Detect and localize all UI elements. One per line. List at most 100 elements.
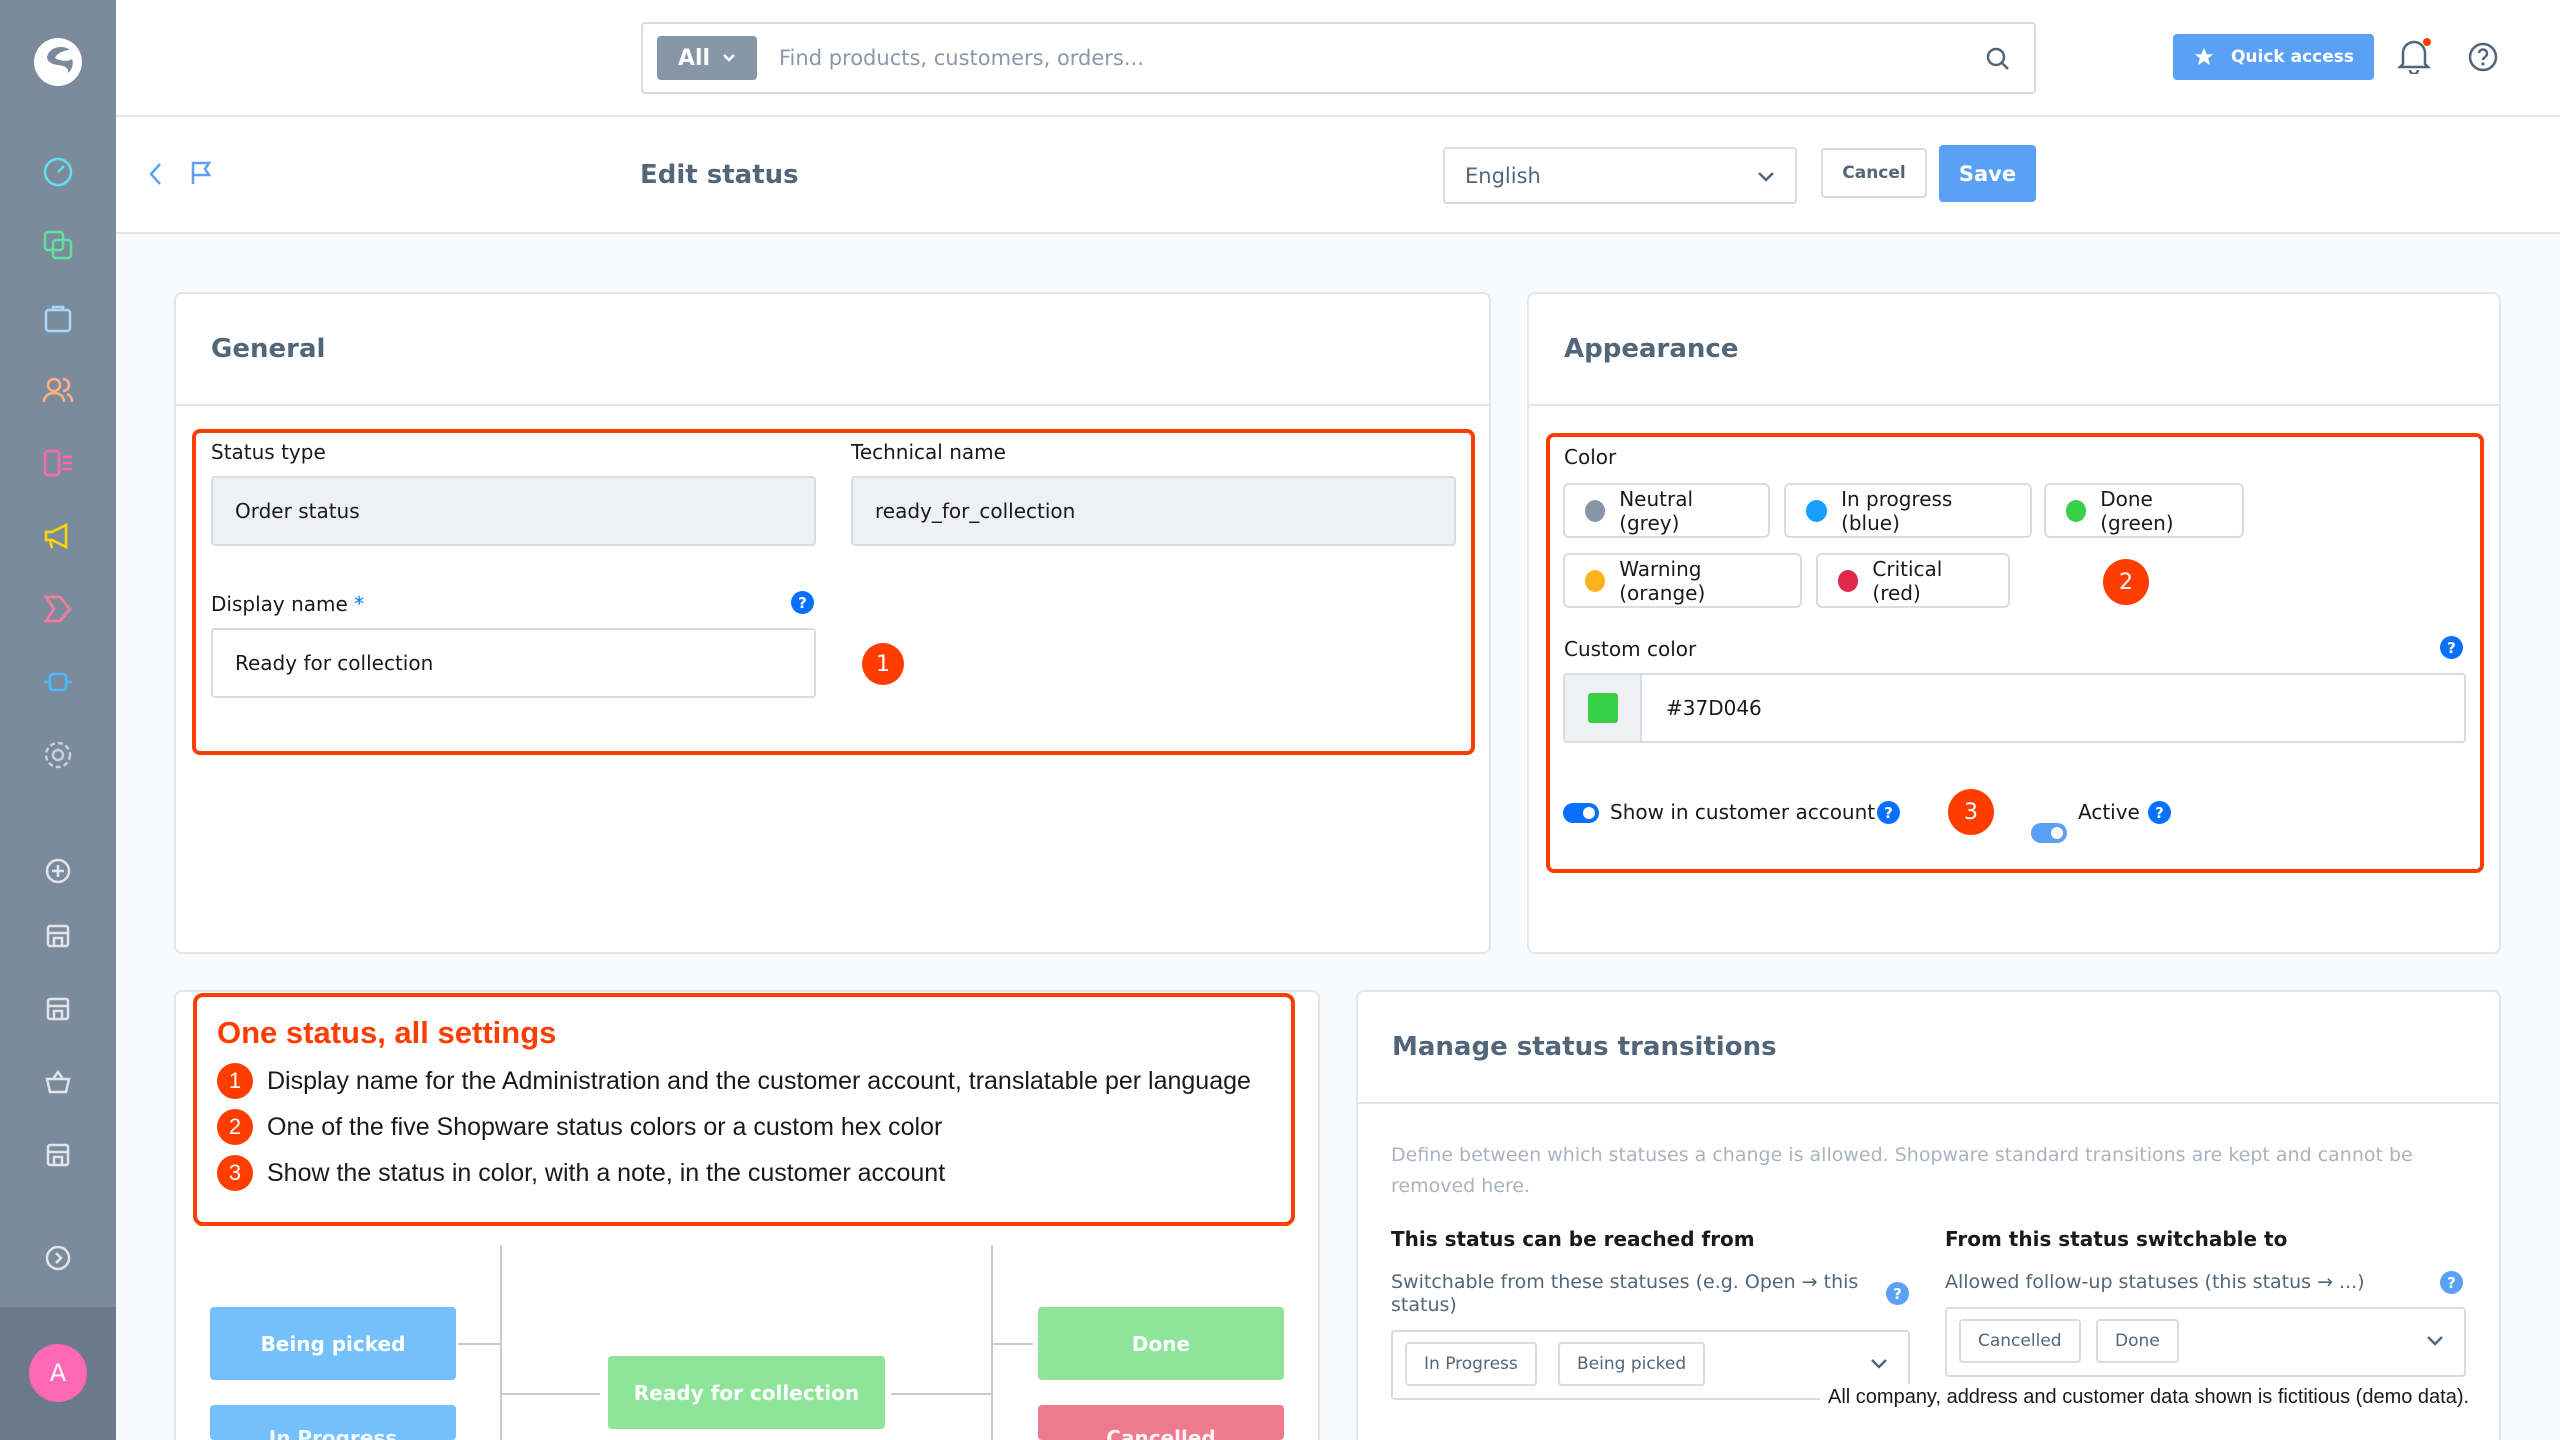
annotation-number: 1 [217,1063,253,1099]
color-option-orange[interactable]: Warning (orange) [1563,553,1802,608]
color-option-blue[interactable]: In progress (blue) [1784,483,2032,538]
show-in-account-label: Show in customer account [1610,800,1876,824]
custom-color-value: #37D046 [1666,696,1762,720]
annotation-text: Display name for the Administration and … [267,1066,1251,1095]
search-input[interactable]: Find products, customers, orders... [779,46,1144,70]
collapse-sidebar-icon[interactable] [36,1236,80,1280]
active-toggle[interactable] [2031,823,2067,843]
help-icon[interactable]: ? [1886,1282,1909,1305]
show-in-account-toggle[interactable] [1563,803,1599,823]
technical-name-label: Technical name [851,440,1006,464]
transitions-description: Define between which statuses a change i… [1391,1144,2413,1197]
color-option-red[interactable]: Critical (red) [1816,553,2010,608]
general-card-title: General [211,334,326,364]
catalogue-icon[interactable] [36,223,80,267]
color-dot [1585,569,1606,592]
content-icon[interactable] [36,441,80,485]
custom-color-input[interactable]: #37D046 [1563,673,2466,743]
star-icon [2194,47,2214,66]
save-button[interactable]: Save [1939,145,2036,202]
flow-node-done: Done [1038,1307,1284,1380]
status-type-label: Status type [211,440,326,464]
color-option-label: Warning (orange) [1619,556,1706,605]
avatar[interactable]: A [29,1344,87,1402]
back-chevron-icon[interactable] [146,160,166,192]
annotation-item: 1 Display name for the Administration an… [217,1063,1251,1099]
required-mark: * [354,592,365,616]
from-title: This status can be reached from [1391,1227,1755,1251]
search-scope-select[interactable]: All [657,36,757,80]
status-tag[interactable]: Done [2096,1319,2179,1363]
annotation-box: One status, all settings 1 Display name … [193,993,1295,1226]
custom-color-label: Custom color [1564,637,1697,661]
flow-node-being-picked: Being picked [210,1307,456,1380]
color-picker-swatch[interactable] [1565,675,1642,741]
chevron-down-icon [1758,172,1774,182]
global-search[interactable]: All Find products, customers, orders... [641,22,2036,94]
to-title: From this status switchable to [1945,1227,2288,1251]
notifications-bell-icon[interactable] [2396,38,2432,78]
help-icon[interactable]: ? [2148,801,2171,824]
sales-channel-icon[interactable] [36,587,80,631]
cancel-button[interactable]: Cancel [1821,148,1927,198]
help-icon[interactable] [2468,42,2498,76]
to-help-text: Allowed follow-up statuses (this status … [1945,1271,2365,1293]
color-label: Color [1564,445,1617,469]
color-option-label: Done (green) [2100,486,2174,535]
language-value: English [1465,164,1541,188]
status-tag[interactable]: Being picked [1558,1342,1706,1386]
flow-connector [500,1393,600,1395]
chevron-down-icon [723,54,735,62]
chevron-down-icon [2427,1336,2443,1346]
sidebar: A [0,0,116,1440]
callout-badge: 2 [2103,559,2149,605]
annotation-text: One of the five Shopware status colors o… [267,1112,943,1141]
from-help-text: Switchable from these statuses (e.g. Ope… [1391,1271,1859,1316]
dashboard-icon[interactable] [36,150,80,194]
smart-bar [116,117,2560,234]
extensions-icon[interactable] [36,660,80,704]
flag-icon[interactable] [190,160,212,190]
annotation-number: 3 [217,1155,253,1191]
storefront-icon[interactable] [36,1133,80,1177]
shopware-logo-icon[interactable] [32,36,84,88]
display-name-input[interactable]: Ready for collection [211,628,816,698]
settings-icon[interactable] [36,733,80,777]
help-icon[interactable]: ? [791,591,814,614]
basket-icon[interactable] [36,1060,80,1104]
add-sales-channel-icon[interactable] [36,849,80,893]
demo-data-note: All company, address and customer data s… [1820,1384,2478,1414]
flow-connector [991,1343,1033,1345]
color-dot [1585,499,1606,522]
help-icon[interactable]: ? [2440,636,2463,659]
annotation-number: 2 [217,1109,253,1145]
flow-connector [891,1393,991,1395]
color-swatch [1587,693,1618,723]
page-title: Edit status [640,160,799,190]
orders-icon[interactable] [36,296,80,340]
color-dot [1838,569,1859,592]
marketing-icon[interactable] [36,514,80,558]
language-select[interactable]: English [1443,147,1797,204]
storefront-icon[interactable] [36,987,80,1031]
color-option-grey[interactable]: Neutral (grey) [1563,483,1770,538]
quick-access-button[interactable]: Quick access [2173,34,2374,80]
storefront-icon[interactable] [36,914,80,958]
to-statuses-select[interactable]: Cancelled Done [1945,1307,2466,1377]
color-option-label: In progress (blue) [1841,486,1953,535]
help-icon[interactable]: ? [2440,1271,2463,1294]
transitions-card-title: Manage status transitions [1392,1032,1777,1062]
status-tag[interactable]: Cancelled [1959,1319,2081,1363]
flow-node-in-progress: In Progress [210,1405,456,1440]
sidebar-user-area: A [0,1307,116,1440]
annotation-title: One status, all settings [217,1015,557,1050]
customers-icon[interactable] [36,368,80,412]
status-tag[interactable]: In Progress [1405,1342,1537,1386]
color-option-green[interactable]: Done (green) [2044,483,2244,538]
quick-access-label: Quick access [2230,47,2355,67]
help-icon[interactable]: ? [1877,801,1900,824]
technical-name-field: ready_for_collection [851,476,1456,546]
status-type-field: Order status [211,476,816,546]
flow-connector [458,1343,500,1345]
search-icon[interactable] [1985,46,2011,76]
